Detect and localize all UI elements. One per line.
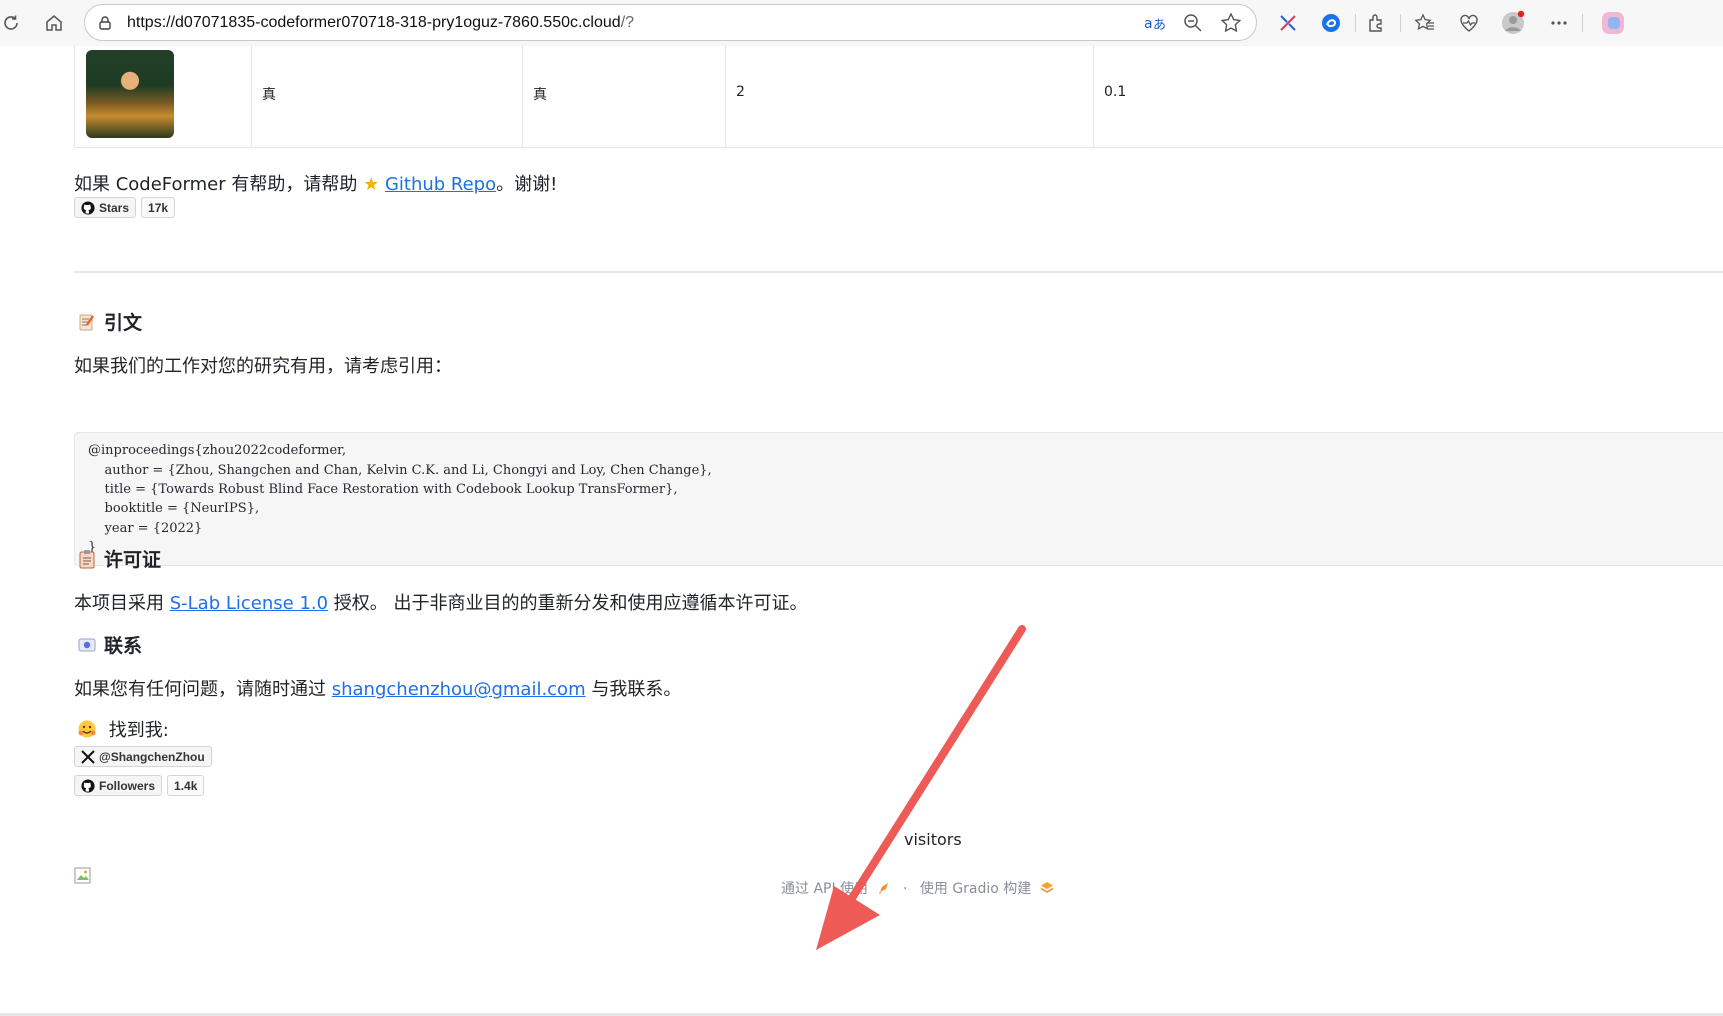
table-cell: 真 [251, 46, 522, 148]
hugging-face-icon [78, 720, 96, 738]
translate-icon[interactable]: aあ [1143, 11, 1167, 35]
svg-text:あ: あ [1153, 18, 1166, 33]
star-emoji-icon: ★ [363, 174, 380, 195]
citation-code-block[interactable]: @inproceedings{zhou2022codeformer, autho… [74, 432, 1723, 566]
edge-bar-icon[interactable] [1318, 10, 1344, 36]
contact-heading: 联系 [78, 631, 142, 658]
contact-prefix: 如果您有任何问题，请随时通过 [74, 679, 332, 700]
api-link[interactable]: 通过 API 使用 [781, 881, 868, 897]
contact-text: 如果您有任何问题，请随时通过 shangchenzhou@gmail.com 与… [74, 675, 681, 701]
copilot-icon[interactable] [1275, 10, 1301, 36]
more-icon[interactable] [1546, 10, 1572, 36]
footer: 通过 API 使用 · 使用 Gradio 构建 [781, 878, 1054, 898]
badge-label: Followers [99, 778, 156, 793]
table-row[interactable]: 真 真 2 0.1 [74, 46, 1723, 148]
table-cell: 2 [725, 46, 1093, 148]
toolbar-separator [1400, 14, 1401, 32]
clipboard-icon [79, 549, 95, 568]
rocket-icon [878, 883, 888, 894]
url-host: https://d07071835-codeformer070718-318-p… [127, 14, 621, 31]
cell-text: 真 [262, 87, 276, 103]
table-cell: 0.1 [1093, 46, 1723, 148]
github-icon [81, 200, 95, 215]
profile-icon[interactable] [1500, 10, 1526, 36]
badge-left: @ShangchenZhou [74, 746, 212, 767]
memo-icon [79, 314, 94, 330]
table-cell: 真 [522, 46, 725, 148]
favorite-star-icon[interactable] [1219, 11, 1243, 35]
code-line: booktitle = {NeurIPS}, [88, 501, 260, 516]
broken-image-icon [74, 867, 91, 884]
license-link[interactable]: S-Lab License 1.0 [170, 593, 328, 614]
x-logo-icon [81, 749, 95, 764]
example-thumbnail[interactable] [86, 50, 174, 138]
license-suffix: 授权。 出于非商业目的的重新分发和使用应遵循本许可证。 [328, 593, 808, 614]
contact-heading-text: 联系 [104, 635, 143, 657]
code-line: author = {Zhou, Shangchen and Chan, Kelv… [88, 463, 712, 478]
url-path: /? [620, 14, 635, 31]
github-icon [81, 778, 95, 793]
license-heading: 许可证 [78, 545, 161, 572]
license-heading-text: 许可证 [104, 549, 162, 571]
gradio-logo-icon [1040, 882, 1054, 893]
star-request-text: 如果 CodeFormer 有帮助，请帮助 ★ Github Repo。谢谢! [74, 170, 557, 196]
reload-icon[interactable] [0, 8, 26, 38]
license-text: 本项目采用 S-Lab License 1.0 授权。 出于非商业目的的重新分发… [74, 589, 808, 615]
github-followers-badge[interactable]: Followers 1.4k [74, 775, 205, 796]
badge-label: Stars [99, 200, 130, 215]
cell-text: 真 [533, 87, 547, 103]
copilot-app-icon[interactable] [1600, 10, 1626, 36]
divider [74, 271, 1723, 273]
find-me-text: 找到我: [108, 720, 169, 741]
email-link[interactable]: shangchenzhou@gmail.com [332, 679, 586, 700]
browser-toolbar: https://d07071835-codeformer070718-318-p… [0, 0, 1723, 46]
github-repo-link[interactable]: Github Repo [385, 174, 496, 195]
url-text[interactable]: https://d07071835-codeformer070718-318-p… [127, 14, 634, 32]
citation-heading: 引文 [78, 308, 142, 335]
twitter-badge[interactable]: @ShangchenZhou [74, 746, 212, 767]
cell-text: 0.1 [1104, 84, 1127, 100]
zoom-icon[interactable] [1181, 11, 1205, 35]
toolbar-separator [1582, 14, 1583, 32]
address-bar[interactable]: https://d07071835-codeformer070718-318-p… [84, 4, 1257, 41]
visitors-text: visitors [904, 830, 962, 849]
favorites-icon[interactable] [1412, 10, 1438, 36]
license-prefix: 本项目采用 [74, 593, 170, 614]
github-stars-badge[interactable]: Stars 17k [74, 197, 176, 218]
badge-left: Followers [74, 775, 163, 796]
toolbar-separator [1355, 14, 1356, 32]
gradio-link[interactable]: 使用 Gradio 构建 [920, 881, 1031, 897]
citation-intro: 如果我们的工作对您的研究有用，请考虑引用： [74, 356, 452, 377]
home-icon[interactable] [39, 8, 69, 38]
star-suffix: 。谢谢! [496, 174, 558, 195]
svg-text:a: a [1144, 16, 1153, 32]
star-prefix: 如果 CodeFormer 有帮助，请帮助 [74, 174, 364, 195]
code-line: title = {Towards Robust Blind Face Resto… [88, 482, 678, 497]
page-content: 真 真 2 0.1 如果 CodeFormer 有帮助，请帮助 ★ Github… [0, 46, 1723, 1016]
footer-separator: · [902, 881, 908, 897]
badge-label: @ShangchenZhou [99, 749, 205, 764]
find-me-line: 找到我: [77, 716, 169, 742]
badge-count: 1.4k [167, 775, 205, 796]
citation-heading-text: 引文 [104, 312, 143, 334]
cell-text: 2 [736, 84, 745, 100]
health-icon[interactable] [1456, 10, 1482, 36]
contact-icon [78, 638, 96, 651]
extensions-icon[interactable] [1363, 10, 1389, 36]
code-line: @inproceedings{zhou2022codeformer, [88, 443, 347, 458]
contact-suffix: 与我联系。 [585, 679, 682, 700]
code-line: year = {2022} [88, 521, 203, 536]
lock-icon[interactable] [94, 12, 116, 34]
badge-count: 17k [141, 197, 176, 218]
badge-left: Stars [74, 197, 137, 218]
